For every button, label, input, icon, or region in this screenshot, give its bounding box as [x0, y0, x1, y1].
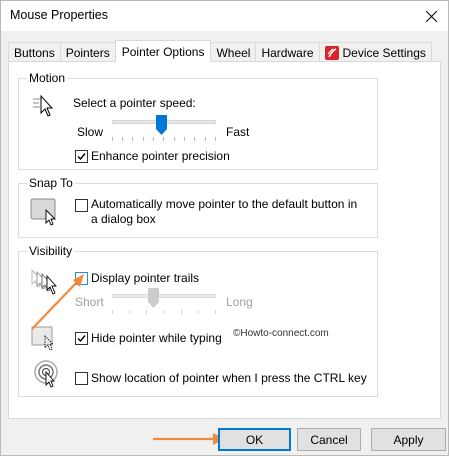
watermark: ©Howto-connect.com [233, 328, 329, 339]
enhance-precision-checkbox[interactable] [75, 149, 88, 163]
cancel-button[interactable]: Cancel [297, 428, 361, 451]
slider-thumb[interactable] [156, 115, 168, 135]
speed-slow-label: Slow [77, 125, 104, 139]
pointer-trails-checkbox[interactable] [75, 271, 88, 285]
apply-button[interactable]: Apply [371, 428, 446, 451]
visibility-group-title: Visibility [27, 244, 75, 258]
show-location-checkbox[interactable] [75, 371, 88, 385]
trails-long-label: Long [226, 295, 253, 309]
snap-to-group: Snap To Automatically move pointer to th… [18, 176, 378, 238]
title-bar: Mouse Properties [1, 1, 448, 31]
pointer-trails-icon [31, 268, 58, 295]
motion-group-title: Motion [27, 71, 68, 85]
check-icon [77, 334, 86, 342]
ok-button[interactable]: OK [218, 428, 291, 451]
close-icon [425, 10, 437, 22]
close-button[interactable] [414, 1, 448, 31]
apply-button-label: Apply [393, 432, 424, 447]
check-icon [77, 152, 86, 160]
mouse-properties-window: Mouse Properties Buttons Pointers Pointe… [0, 0, 449, 456]
pointer-speed-icon [33, 94, 54, 117]
slider-track [112, 294, 216, 298]
show-location-label: Show location of pointer when I press th… [91, 371, 367, 385]
motion-group: Motion Select a pointer speed: Slow Fast [18, 71, 378, 170]
tab-label: Hardware [261, 45, 314, 60]
tab-label: Device Settings [342, 45, 426, 60]
slider-ticks [112, 310, 216, 314]
tab-label: Pointer Options [121, 44, 205, 59]
snap-to-group-title: Snap To [27, 176, 75, 190]
hide-pointer-label: Hide pointer while typing [91, 331, 222, 345]
snap-to-icon [30, 198, 57, 226]
tab-device-settings[interactable]: Device Settings [318, 42, 432, 62]
tab-label: Wheel [216, 45, 251, 60]
speed-fast-label: Fast [226, 125, 250, 139]
window-title: Mouse Properties [10, 8, 108, 22]
pointer-trails-slider[interactable] [112, 288, 216, 314]
slider-thumb[interactable] [148, 288, 160, 308]
tab-pointer-options[interactable]: Pointer Options [114, 40, 212, 62]
annotation-arrow-icon [153, 433, 225, 445]
tab-wheel[interactable]: Wheel [210, 42, 257, 62]
trails-short-label: Short [75, 295, 104, 309]
hide-pointer-checkbox[interactable] [75, 331, 88, 345]
pointer-trails-label: Display pointer trails [91, 271, 200, 285]
hide-pointer-row[interactable]: Hide pointer while typing [75, 331, 222, 345]
visibility-group: Visibility Display pointer trails Short … [18, 244, 378, 397]
tab-pointers[interactable]: Pointers [59, 42, 116, 62]
pointer-speed-slider[interactable] [112, 115, 216, 141]
pointer-options-panel: Motion Select a pointer speed: Slow Fast [8, 61, 441, 419]
enhance-precision-label: Enhance pointer precision [91, 149, 230, 163]
tab-label: Pointers [65, 45, 110, 60]
synaptics-icon [324, 45, 339, 60]
show-location-row[interactable]: Show location of pointer when I press th… [75, 371, 367, 385]
tab-label: Buttons [14, 45, 55, 60]
enhance-precision-row[interactable]: Enhance pointer precision [75, 149, 230, 163]
snap-to-row[interactable]: Automatically move pointer to the defaul… [75, 197, 361, 227]
cancel-button-label: Cancel [310, 432, 348, 447]
slider-ticks [112, 137, 216, 141]
tab-buttons[interactable]: Buttons [8, 42, 61, 62]
tab-hardware[interactable]: Hardware [255, 42, 320, 62]
ok-button-label: OK [245, 432, 264, 447]
show-location-icon [34, 360, 58, 388]
snap-to-checkbox[interactable] [75, 199, 88, 212]
pointer-trails-row[interactable]: Display pointer trails [75, 271, 199, 285]
tab-strip: Buttons Pointers Pointer Options Wheel H… [8, 40, 432, 62]
pointer-speed-label: Select a pointer speed: [73, 96, 196, 110]
snap-to-label: Automatically move pointer to the defaul… [91, 197, 358, 226]
hide-pointer-icon [31, 326, 54, 351]
